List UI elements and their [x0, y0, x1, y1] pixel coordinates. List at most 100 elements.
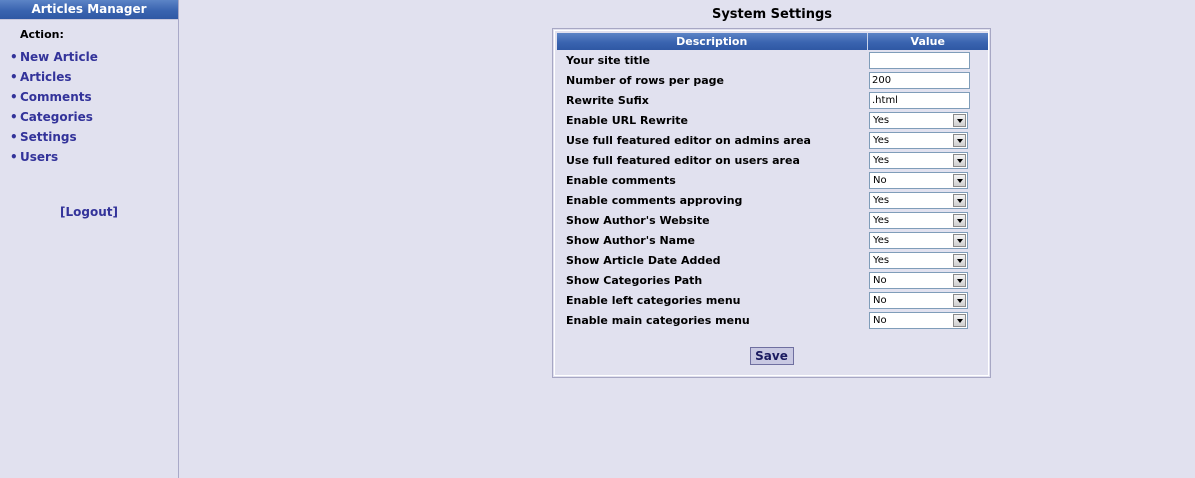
- sidebar-item-settings[interactable]: • Settings: [10, 128, 98, 148]
- table-row: Enable comments approving Yes: [557, 190, 988, 210]
- setting-select[interactable]: Yes: [869, 131, 968, 149]
- setting-label: Show Author's Website: [566, 213, 710, 227]
- table-row: Use full featured editor on users area Ye…: [557, 150, 988, 170]
- settings-table: Description Value Your site title Number …: [557, 33, 988, 330]
- setting-label: Number of rows per page: [566, 73, 725, 87]
- table-row: Your site title: [557, 50, 988, 70]
- table-row: Enable comments No: [557, 170, 988, 190]
- table-row: Enable left categories menu No: [557, 290, 988, 310]
- chevron-down-icon[interactable]: [953, 113, 966, 127]
- setting-value-cell: Yes: [867, 230, 988, 250]
- sidebar-item-users[interactable]: • Users: [10, 148, 98, 168]
- setting-label: Enable comments approving: [566, 193, 743, 207]
- select-value: Yes: [873, 114, 890, 126]
- chevron-down-icon[interactable]: [953, 153, 966, 167]
- sidebar-item-articles[interactable]: • Articles: [10, 68, 98, 88]
- bullet-icon: •: [10, 130, 18, 144]
- sidebar-item-label[interactable]: Settings: [20, 130, 77, 144]
- table-row: Number of rows per page: [557, 70, 988, 90]
- chevron-down-icon[interactable]: [953, 233, 966, 247]
- bullet-icon: •: [10, 150, 18, 164]
- setting-select[interactable]: Yes: [869, 231, 968, 249]
- sidebar: Articles Manager Action: • New Article • A…: [0, 0, 179, 478]
- settings-panel: Description Value Your site title Number …: [552, 28, 991, 378]
- chevron-down-icon[interactable]: [953, 193, 966, 207]
- chevron-down-icon[interactable]: [953, 133, 966, 147]
- setting-value-cell: Yes: [867, 150, 988, 170]
- chevron-down-icon[interactable]: [953, 213, 966, 227]
- setting-select[interactable]: No: [869, 311, 968, 329]
- setting-select[interactable]: No: [869, 171, 968, 189]
- setting-value-cell: Yes: [867, 210, 988, 230]
- sidebar-item-comments[interactable]: • Comments: [10, 88, 98, 108]
- select-value: No: [873, 174, 887, 186]
- sidebar-item-label[interactable]: New Article: [20, 50, 98, 64]
- settings-body: Your site title Number of rows per page Re…: [557, 50, 988, 330]
- setting-label: Enable main categories menu: [566, 313, 750, 327]
- select-value: Yes: [873, 254, 890, 266]
- setting-label: Rewrite Sufix: [566, 93, 649, 107]
- bullet-icon: •: [10, 90, 18, 104]
- sidebar-item-label[interactable]: Articles: [20, 70, 72, 84]
- setting-text-input[interactable]: [869, 71, 970, 89]
- table-row: Rewrite Sufix: [557, 90, 988, 110]
- chevron-down-icon[interactable]: [953, 173, 966, 187]
- logout-link[interactable]: [Logout]: [0, 205, 178, 219]
- table-row: Use full featured editor on admins area Y…: [557, 130, 988, 150]
- setting-text-input[interactable]: [869, 51, 970, 69]
- setting-select[interactable]: No: [869, 271, 968, 289]
- setting-select[interactable]: Yes: [869, 211, 968, 229]
- setting-label: Show Categories Path: [566, 273, 703, 287]
- table-row: Show Author's Name Yes: [557, 230, 988, 250]
- sidebar-item-new-article[interactable]: • New Article: [10, 48, 98, 68]
- setting-value-cell: No: [867, 310, 988, 330]
- setting-value-cell: [867, 90, 988, 110]
- setting-value-cell: No: [867, 170, 988, 190]
- setting-value-cell: Yes: [867, 250, 988, 270]
- save-button[interactable]: Save: [749, 347, 794, 365]
- setting-label: Use full featured editor on users area: [566, 153, 800, 167]
- chevron-down-icon[interactable]: [953, 273, 966, 287]
- setting-select[interactable]: Yes: [869, 191, 968, 209]
- setting-select[interactable]: No: [869, 291, 968, 309]
- save-area: Save: [553, 345, 990, 365]
- setting-text-input[interactable]: [869, 91, 970, 109]
- sidebar-nav: • New Article • Articles • Comments • Catego…: [10, 48, 98, 168]
- setting-label: Your site title: [566, 53, 650, 67]
- setting-select[interactable]: Yes: [869, 151, 968, 169]
- chevron-down-icon[interactable]: [953, 293, 966, 307]
- sidebar-item-label[interactable]: Comments: [20, 90, 92, 104]
- table-row: Show Author's Website Yes: [557, 210, 988, 230]
- select-value: No: [873, 274, 887, 286]
- setting-value-cell: Yes: [867, 190, 988, 210]
- setting-value-cell: [867, 70, 988, 90]
- setting-label: Enable left categories menu: [566, 293, 741, 307]
- setting-label: Enable URL Rewrite: [566, 113, 688, 127]
- setting-select[interactable]: Yes: [869, 111, 968, 129]
- sidebar-item-label[interactable]: Categories: [20, 110, 93, 124]
- sidebar-item-label[interactable]: Users: [20, 150, 58, 164]
- table-header-row: Description Value: [557, 33, 988, 50]
- bullet-icon: •: [10, 70, 18, 84]
- setting-select[interactable]: Yes: [869, 251, 968, 269]
- bullet-icon: •: [10, 50, 18, 64]
- setting-value-cell: No: [867, 270, 988, 290]
- column-header-description: Description: [557, 33, 868, 50]
- setting-value-cell: Yes: [867, 110, 988, 130]
- select-value: Yes: [873, 214, 890, 226]
- select-value: Yes: [873, 154, 890, 166]
- select-value: Yes: [873, 194, 890, 206]
- setting-value-cell: No: [867, 290, 988, 310]
- select-value: Yes: [873, 134, 890, 146]
- sidebar-item-categories[interactable]: • Categories: [10, 108, 98, 128]
- chevron-down-icon[interactable]: [953, 253, 966, 267]
- setting-label: Show Article Date Added: [566, 253, 721, 267]
- column-header-value: Value: [867, 33, 988, 50]
- select-value: No: [873, 314, 887, 326]
- action-label: Action:: [20, 28, 64, 41]
- table-row: Show Categories Path No: [557, 270, 988, 290]
- setting-label: Show Author's Name: [566, 233, 696, 247]
- setting-value-cell: [867, 50, 988, 70]
- chevron-down-icon[interactable]: [953, 313, 966, 327]
- select-value: No: [873, 294, 887, 306]
